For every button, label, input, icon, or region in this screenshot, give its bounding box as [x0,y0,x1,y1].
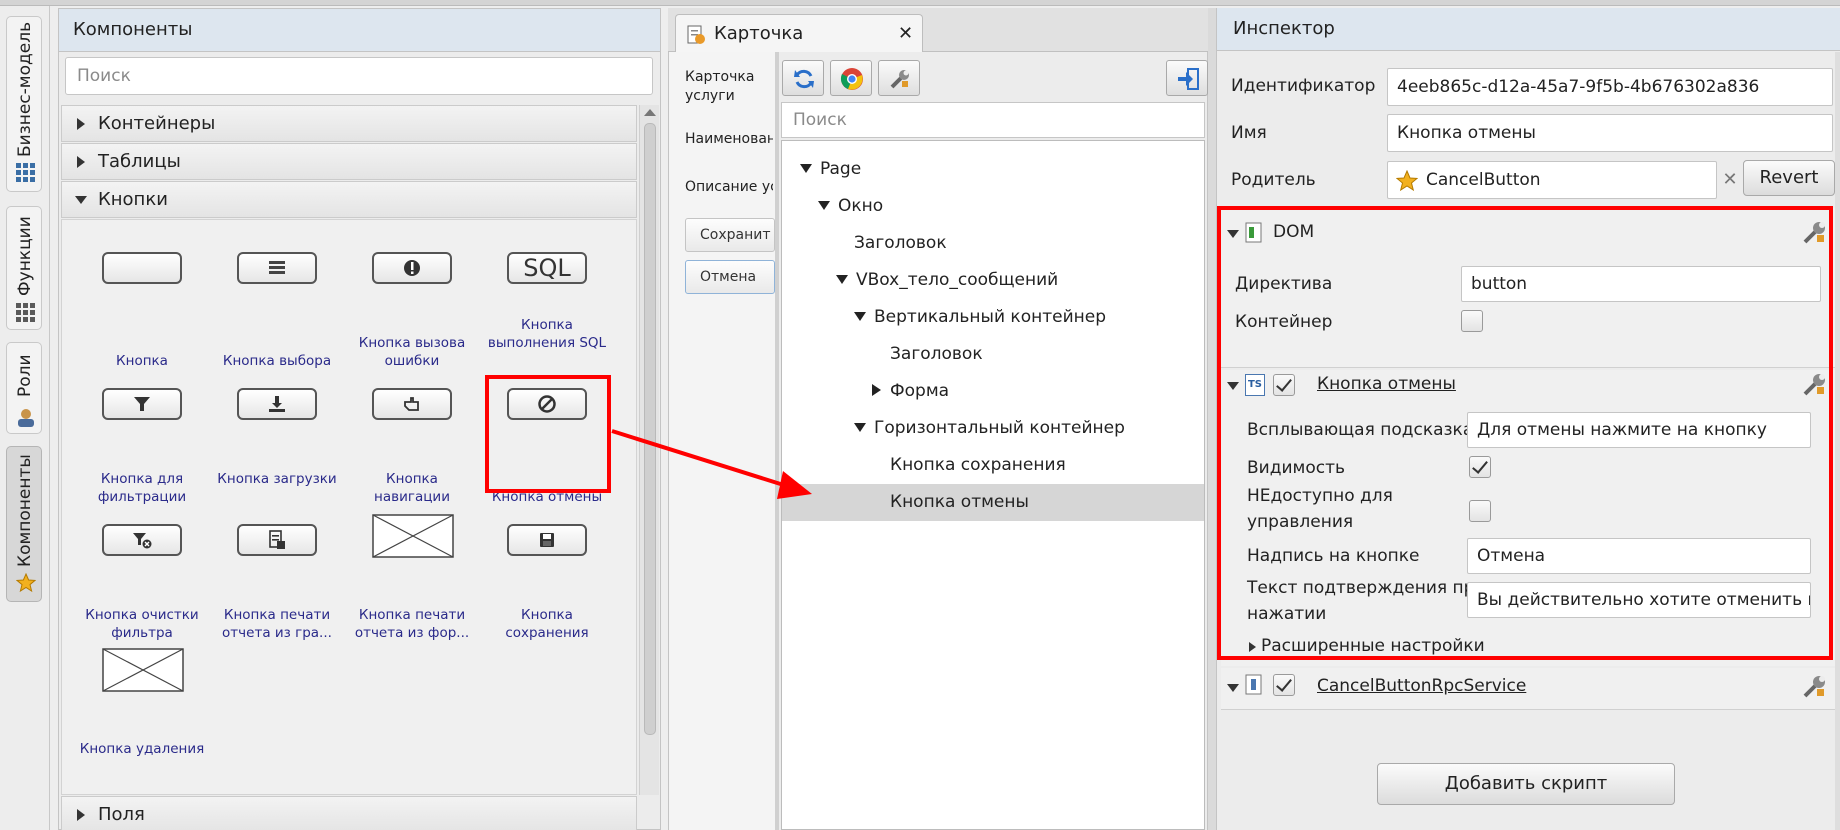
annotation-arrow [611,429,812,499]
